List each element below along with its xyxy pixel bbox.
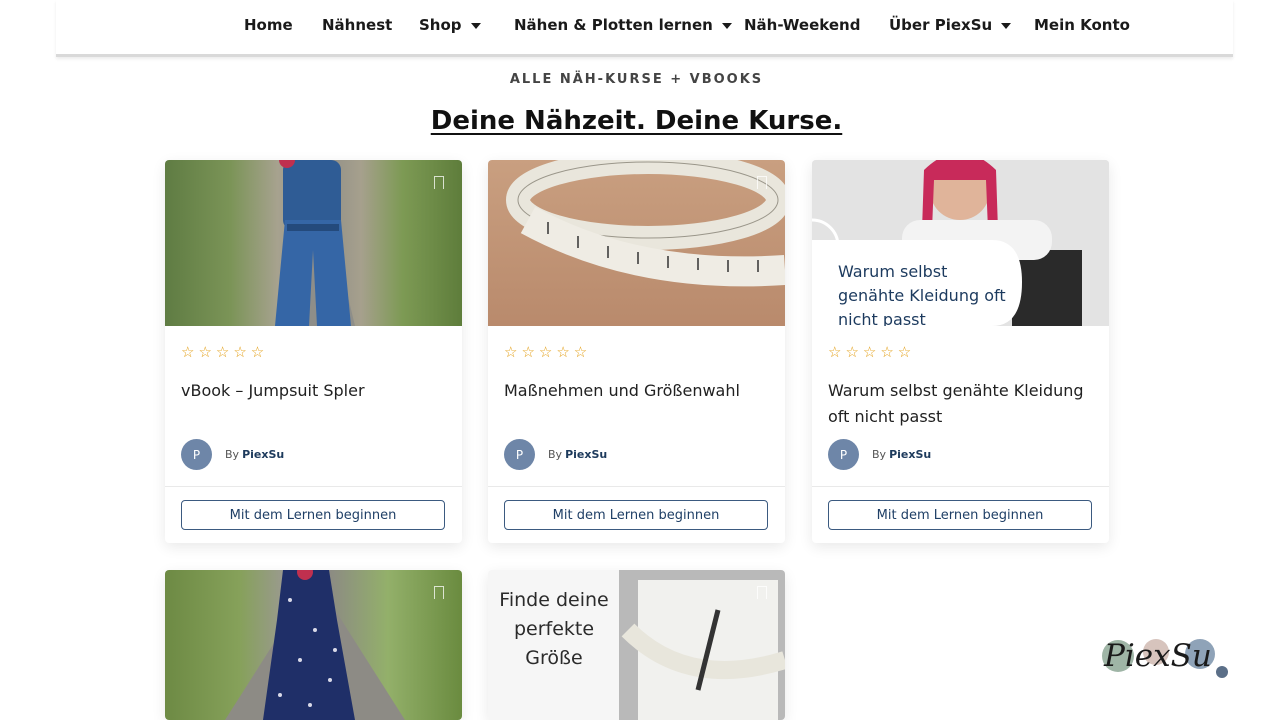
bookmark-icon[interactable] <box>434 176 444 189</box>
course-card[interactable]: ☆☆☆☆☆ Maßnehmen und Größenwahl P By PiexS… <box>488 160 785 543</box>
avatar: P <box>828 439 859 470</box>
nav-ueber-piexsu[interactable]: Über PiexSu <box>889 16 1012 34</box>
thumbnail-caption: Finde deine perfekte Größe <box>499 589 609 669</box>
instructor-photo[interactable]: Warum selbst genähte Kleidung oft nicht … <box>812 160 1109 326</box>
start-learning-button[interactable]: Mit dem Lernen beginnen <box>181 500 445 530</box>
author-name[interactable]: PiexSu <box>565 448 607 461</box>
nav-naeh-weekend[interactable]: Näh-Weekend <box>744 16 860 34</box>
start-learning-button[interactable]: Mit dem Lernen beginnen <box>504 500 768 530</box>
chevron-down-icon <box>1001 22 1012 29</box>
course-title[interactable]: vBook – Jumpsuit Spler <box>181 378 449 404</box>
thumbnail-caption: Warum selbst genähte Kleidung oft nicht … <box>838 262 1006 326</box>
course-card[interactable]: ☆☆☆☆☆ vBook – Jumpsuit Spler P By PiexSu … <box>165 160 462 543</box>
jumpsuit-illustration <box>275 160 355 326</box>
avatar: P <box>181 439 212 470</box>
section-subtitle: ALLE NÄH-KURSE + VBOOKS <box>509 72 764 87</box>
course-card[interactable]: Finde deine perfekte Größe <box>488 570 785 720</box>
nav-naehen-plotten-lernen[interactable]: Nähen & Plotten lernen <box>514 16 732 34</box>
measuring-tape-illustration <box>506 160 785 287</box>
start-learning-button[interactable]: Mit dem Lernen beginnen <box>828 500 1092 530</box>
page-title: Deine Nähzeit. Deine Kurse. <box>430 106 843 136</box>
nav-naehnest[interactable]: Nähnest <box>322 16 392 34</box>
measuring-tape-photo[interactable] <box>488 160 785 326</box>
nav-home[interactable]: Home <box>244 16 293 34</box>
bookmark-icon[interactable] <box>434 586 444 599</box>
divider <box>812 486 1109 487</box>
nav-mein-konto[interactable]: Mein Konto <box>1034 16 1130 34</box>
rating-stars: ☆☆☆☆☆ <box>504 343 592 361</box>
page: Home Nähnest Shop Nähen & Plotten lernen… <box>0 0 1280 720</box>
piexsu-logo: PiexSu <box>1096 632 1232 684</box>
rating-stars: ☆☆☆☆☆ <box>181 343 269 361</box>
main-navigation: Home Nähnest Shop Nähen & Plotten lernen… <box>56 0 1233 57</box>
author-line: By PiexSu <box>225 448 285 461</box>
course-title[interactable]: Maßnehmen und Größenwahl <box>504 378 772 404</box>
author-line: By PiexSu <box>872 448 932 461</box>
divider <box>488 486 785 487</box>
chevron-down-icon <box>721 22 732 29</box>
author-line: By PiexSu <box>548 448 608 461</box>
chevron-down-icon <box>470 22 481 29</box>
nav-shop[interactable]: Shop <box>419 16 481 34</box>
course-author: P By PiexSu <box>504 439 607 470</box>
course-card[interactable] <box>165 570 462 720</box>
avatar: P <box>504 439 535 470</box>
course-author: P By PiexSu <box>181 439 284 470</box>
author-name[interactable]: PiexSu <box>889 448 931 461</box>
jumpsuit-photo[interactable] <box>165 160 462 326</box>
course-author: P By PiexSu <box>828 439 931 470</box>
dress-illustration <box>225 570 405 720</box>
dress-photo[interactable] <box>165 570 462 720</box>
logo-text: PiexSu <box>1104 638 1212 674</box>
bookmark-icon[interactable] <box>757 586 767 599</box>
rating-stars: ☆☆☆☆☆ <box>828 343 916 361</box>
author-name[interactable]: PiexSu <box>242 448 284 461</box>
bookmark-icon[interactable] <box>757 176 767 189</box>
course-card[interactable]: Warum selbst genähte Kleidung oft nicht … <box>812 160 1109 543</box>
course-title[interactable]: Warum selbst genähte Kleidung oft nicht … <box>828 378 1096 430</box>
divider <box>165 486 462 487</box>
size-guide-photo[interactable]: Finde deine perfekte Größe <box>488 570 785 720</box>
